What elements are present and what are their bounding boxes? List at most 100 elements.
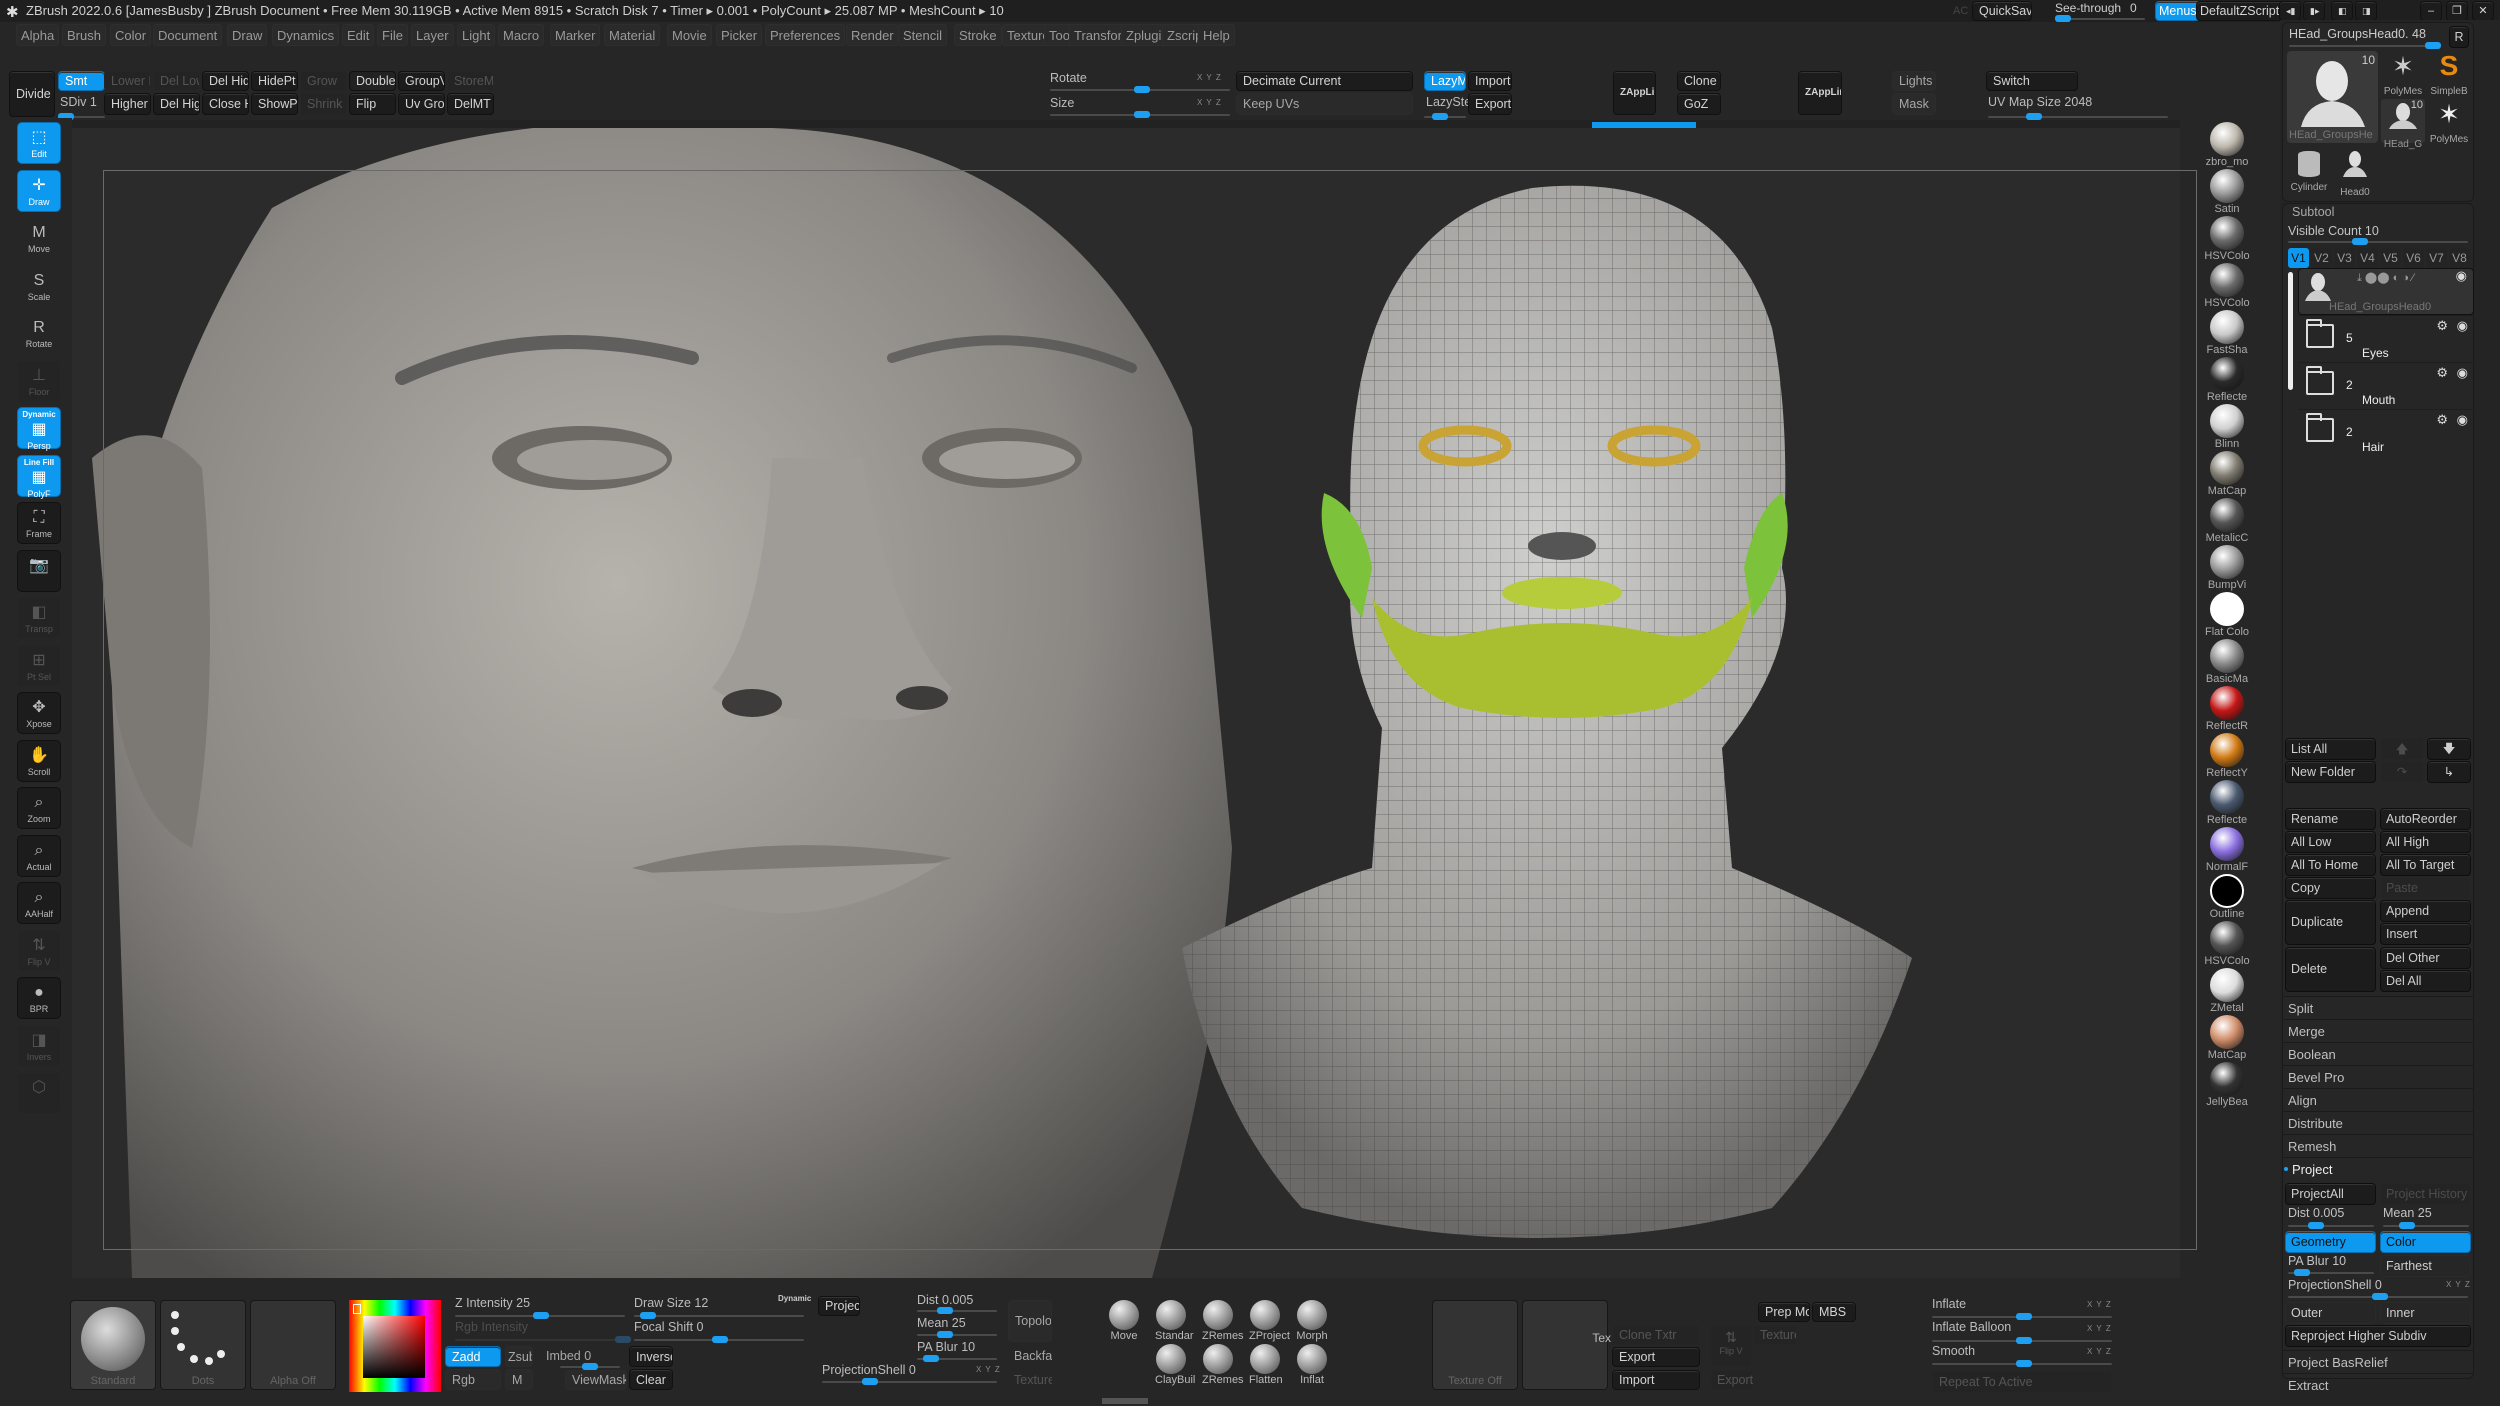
material-hsvcolo[interactable]: HSVColo xyxy=(2197,216,2257,262)
version-v8-button[interactable]: V8 xyxy=(2449,248,2470,268)
visibility-eye-icon[interactable]: ◉ xyxy=(2457,412,2468,428)
material-flat-colo[interactable]: Flat Colo xyxy=(2197,592,2257,638)
slider-knob[interactable] xyxy=(1432,113,1448,120)
del-higher-button[interactable]: Del Higher xyxy=(153,93,200,115)
projection-shell-xyz-toggle[interactable]: X Y Z xyxy=(2446,1280,2471,1289)
farthest-button[interactable]: Farthest xyxy=(2380,1255,2471,1277)
slider-knob[interactable] xyxy=(2352,238,2368,245)
inflate-balloon-slider[interactable] xyxy=(1932,1337,2112,1344)
slider-knob[interactable] xyxy=(640,1312,656,1319)
version-v4-button[interactable]: V4 xyxy=(2357,248,2378,268)
goz-button[interactable]: GoZ xyxy=(1677,93,1721,115)
quick-brush-move[interactable]: Move xyxy=(1108,1300,1140,1342)
shelf-button-scroll[interactable]: ✋ Scroll xyxy=(17,739,61,782)
slider-knob[interactable] xyxy=(2055,15,2071,22)
shelf-button-scale[interactable]: S Scale xyxy=(17,265,61,307)
projection-shell-bottom-xyz[interactable]: X Y Z xyxy=(976,1365,1001,1374)
shelf-button-frame[interactable]: ⛶ Frame xyxy=(17,502,61,544)
rgb-intensity-slider[interactable] xyxy=(455,1336,631,1343)
color-picker[interactable] xyxy=(349,1300,441,1392)
all-low-button[interactable]: All Low xyxy=(2285,831,2376,853)
material-matcap[interactable]: MatCap xyxy=(2197,1015,2257,1061)
draw-size-slider[interactable] xyxy=(634,1312,804,1319)
copy-button[interactable]: Copy xyxy=(2285,877,2376,899)
subtool-list-scrollbar[interactable] xyxy=(2288,272,2293,390)
brush-selector[interactable]: Standard xyxy=(70,1300,156,1390)
texture-preview[interactable]: Tex xyxy=(1522,1300,1611,1390)
menu-layer[interactable]: Layer xyxy=(411,24,454,46)
hidept-button[interactable]: HidePt xyxy=(251,71,298,91)
ui-shrink-icon[interactable]: ◂▮ xyxy=(2279,1,2301,21)
shelf-button-floor[interactable]: ⊥ Floor xyxy=(17,359,61,402)
visibility-eye-icon[interactable]: ◉ xyxy=(2457,318,2468,334)
slider-knob[interactable] xyxy=(2399,1222,2415,1229)
del-lower-button[interactable]: Del Lower xyxy=(153,71,200,91)
shelf-button-rotate[interactable]: R Rotate xyxy=(17,312,61,354)
quick-brush-claybuil[interactable]: ClayBuil xyxy=(1155,1344,1195,1386)
import-button[interactable]: Import xyxy=(1468,71,1512,91)
subtool-folder-hair[interactable]: 2 Hair ⚙ ◉ xyxy=(2298,409,2474,454)
lazymouse-button[interactable]: LazyMouse xyxy=(1424,71,1466,91)
hue-marker[interactable] xyxy=(353,1304,361,1314)
focal-shift-slider[interactable] xyxy=(634,1336,804,1343)
shelf-button-xpose[interactable]: ✥ Xpose xyxy=(17,692,61,734)
material-satin[interactable]: Satin xyxy=(2197,169,2257,215)
decimate-current-button[interactable]: Decimate Current xyxy=(1236,71,1413,91)
shelf-button-pt-sel[interactable]: ⊞ Pt Sel xyxy=(17,644,61,687)
zsub-button[interactable]: Zsub xyxy=(505,1346,533,1367)
project-history-button[interactable]: Project History xyxy=(2380,1183,2471,1205)
quick-brush-flatten[interactable]: Flatten xyxy=(1249,1344,1283,1386)
slider-knob[interactable] xyxy=(2026,113,2042,120)
prep-model-button[interactable]: Prep Model 1 xyxy=(1758,1302,1810,1322)
shelf-button-draw[interactable]: ✛ Draw xyxy=(17,169,61,212)
move-down-arrow-icon[interactable]: 🡇 xyxy=(2427,738,2471,760)
flip-button[interactable]: Flip xyxy=(349,93,396,115)
inflate-slider[interactable] xyxy=(1932,1313,2112,1320)
size-slider[interactable] xyxy=(1050,111,1230,118)
bevel-pro-section[interactable]: Bevel Pro xyxy=(2282,1065,2474,1088)
subtool-title[interactable]: Subtool xyxy=(2292,205,2334,219)
restore-icon[interactable]: ❐ xyxy=(2446,1,2468,21)
menu-color[interactable]: Color xyxy=(110,24,152,46)
minimize-icon[interactable]: – xyxy=(2420,1,2442,21)
menu-movie[interactable]: Movie xyxy=(667,24,712,46)
version-v2-button[interactable]: V2 xyxy=(2311,248,2332,268)
quick-brush-standar[interactable]: Standar xyxy=(1155,1300,1194,1342)
menu-picker[interactable]: Picker xyxy=(716,24,763,46)
menu-file[interactable]: File xyxy=(377,24,408,46)
close-holes-button[interactable]: Close Holes xyxy=(202,93,249,115)
material-zmetal[interactable]: ZMetal xyxy=(2197,968,2257,1014)
slider-knob[interactable] xyxy=(2016,1337,2032,1344)
inflate-balloon-xyz-toggle[interactable]: X Y Z xyxy=(2087,1324,2112,1333)
menu-stroke[interactable]: Stroke xyxy=(954,24,1002,46)
shelf-button-aahalf[interactable]: ⌕ AAHalf xyxy=(17,882,61,924)
smt-button[interactable]: Smt xyxy=(58,71,105,91)
imbed-slider[interactable] xyxy=(560,1363,620,1370)
material-reflecty[interactable]: ReflectY xyxy=(2197,733,2257,779)
material-reflectr[interactable]: ReflectR xyxy=(2197,686,2257,732)
material-hsvcolo[interactable]: HSVColo xyxy=(2197,263,2257,309)
menu-material[interactable]: Material xyxy=(604,24,661,46)
rgb-button[interactable]: Rgb xyxy=(445,1369,501,1390)
mean-slider[interactable] xyxy=(2383,1222,2469,1229)
double-button[interactable]: Double xyxy=(349,71,396,91)
menu-edit[interactable]: Edit xyxy=(342,24,375,46)
list-all-button[interactable]: List All xyxy=(2285,738,2376,760)
shelf-button-zoom[interactable]: ⌕ Zoom xyxy=(17,787,61,829)
slider-knob[interactable] xyxy=(2016,1360,2032,1367)
material-metalicc[interactable]: MetalicC xyxy=(2197,498,2257,544)
shelf-button-edit[interactable]: ⬚ Edit xyxy=(17,122,61,164)
bottom-shelf-scroll-handle[interactable] xyxy=(1102,1398,1148,1404)
mean-bottom-slider[interactable] xyxy=(917,1331,997,1338)
all-to-target-button[interactable]: All To Target xyxy=(2380,854,2471,876)
tool-thumb-polymesh-2[interactable]: ✶ PolyMes xyxy=(2427,99,2471,145)
uv-groups-button[interactable]: Uv Groups xyxy=(398,93,445,115)
zadd-button[interactable]: Zadd xyxy=(445,1346,501,1367)
subtool-controls-icons[interactable]: ⤓ ⬤⬤ ◐ ◑ ⁄ xyxy=(2357,271,2414,285)
keep-uvs-button[interactable]: Keep UVs xyxy=(1236,93,1413,115)
close-icon[interactable]: ✕ xyxy=(2472,1,2494,21)
stroke-selector[interactable]: Dots xyxy=(160,1300,246,1390)
inflate-xyz-toggle[interactable]: X Y Z xyxy=(2087,1300,2112,1309)
texture-on-dim-button[interactable]: Texture On xyxy=(1008,1370,1052,1391)
quick-brush-zremes[interactable]: ZRemes xyxy=(1202,1300,1244,1342)
